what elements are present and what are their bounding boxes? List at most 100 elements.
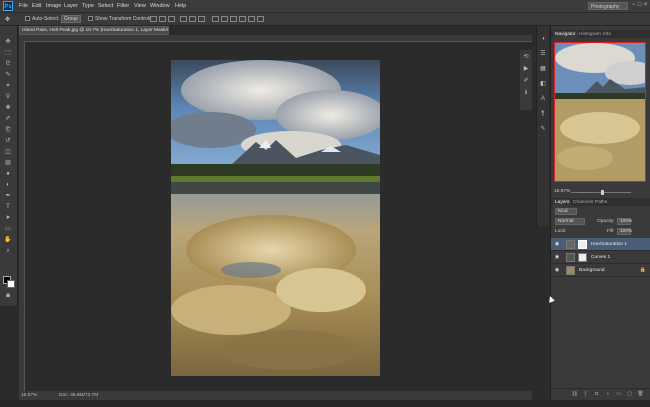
layer-row-background[interactable]: ◉ Background 🔒: [551, 264, 650, 277]
pen-tool-icon[interactable]: ✒: [3, 192, 13, 200]
visibility-eye-icon[interactable]: ◉: [554, 241, 560, 247]
styles-panel-icon[interactable]: ◧: [539, 81, 547, 88]
distribute-top-icon[interactable]: [212, 16, 219, 22]
layer-mask-thumbnail[interactable]: [578, 253, 587, 262]
menu-help[interactable]: Help: [175, 3, 186, 9]
delete-layer-icon[interactable]: 🗑: [637, 391, 644, 397]
background-color-swatch[interactable]: [7, 280, 15, 288]
align-left-icon[interactable]: [180, 16, 187, 22]
doc-info[interactable]: Doc: 46.8M/73.7M: [59, 391, 98, 400]
zoom-slider-handle[interactable]: [601, 190, 604, 195]
show-transform-checkbox[interactable]: [88, 16, 93, 21]
distribute-left-icon[interactable]: [239, 16, 246, 22]
menu-view[interactable]: View: [134, 3, 146, 9]
move-tool-icon[interactable]: ✥: [3, 38, 13, 46]
quick-select-tool-icon[interactable]: ✎: [3, 71, 13, 79]
link-layers-icon[interactable]: ⛓: [571, 391, 578, 397]
eraser-tool-icon[interactable]: ◫: [3, 148, 13, 156]
tab-channels[interactable]: Channels: [571, 199, 595, 206]
auto-select-checkbox[interactable]: [25, 16, 30, 21]
marquee-tool-icon[interactable]: ⬚: [3, 49, 13, 57]
gradient-tool-icon[interactable]: ▤: [3, 159, 13, 167]
align-right-icon[interactable]: [198, 16, 205, 22]
character-panel-icon[interactable]: A: [539, 96, 547, 103]
distribute-middle-icon[interactable]: [221, 16, 228, 22]
tab-info[interactable]: Info: [601, 31, 613, 38]
blur-tool-icon[interactable]: ●: [3, 170, 13, 178]
menu-filter[interactable]: Filter: [117, 3, 129, 9]
auto-select-dropdown[interactable]: Group: [61, 15, 81, 23]
layer-style-icon[interactable]: ƒ: [582, 391, 589, 397]
layer-name[interactable]: Background: [579, 268, 605, 273]
brush-tool-icon[interactable]: ✐: [3, 115, 13, 123]
history-brush-tool-icon[interactable]: ↺: [3, 137, 13, 145]
align-middle-icon[interactable]: [159, 16, 166, 22]
align-center-icon[interactable]: [189, 16, 196, 22]
tab-layers[interactable]: Layers: [553, 199, 572, 206]
paths-panel-icon[interactable]: ✎: [539, 126, 547, 133]
opacity-field[interactable]: 100%: [617, 218, 632, 225]
distribute-bottom-icon[interactable]: [230, 16, 237, 22]
properties-panel-icon[interactable]: ☰: [539, 51, 547, 58]
menu-type[interactable]: Type: [82, 3, 94, 9]
tab-navigator[interactable]: Navigator: [553, 31, 578, 38]
quick-mask-icon[interactable]: ◙: [3, 292, 13, 300]
document-tab[interactable]: Island Pass, Holt Peak.jpg @ 16.7% (Hue/…: [19, 26, 169, 35]
distribute-center-icon[interactable]: [248, 16, 255, 22]
clone-tool-icon[interactable]: ⎗: [3, 126, 13, 134]
adjustments-panel-icon[interactable]: ◑: [539, 36, 547, 43]
distribute-right-icon[interactable]: [257, 16, 264, 22]
menu-select[interactable]: Select: [98, 3, 113, 9]
eyedropper-tool-icon[interactable]: ⚲: [3, 93, 13, 101]
tab-histogram[interactable]: Histogram: [577, 31, 603, 38]
zoom-tool-icon[interactable]: ⌕: [3, 247, 13, 255]
menu-edit[interactable]: Edit: [32, 3, 41, 9]
tab-paths[interactable]: Paths: [593, 199, 609, 206]
menu-window[interactable]: Window: [150, 3, 170, 9]
dodge-tool-icon[interactable]: ◐: [3, 181, 13, 189]
align-top-icon[interactable]: [150, 16, 157, 22]
swatches-panel-icon[interactable]: ▦: [539, 66, 547, 73]
zoom-level[interactable]: 16.67%: [21, 391, 37, 400]
navigator-preview[interactable]: [554, 42, 646, 182]
menu-file[interactable]: File: [19, 3, 28, 9]
shape-tool-icon[interactable]: ▭: [3, 225, 13, 233]
actions-panel-icon[interactable]: ▶: [522, 66, 530, 73]
minimize-button[interactable]: −: [631, 2, 636, 9]
crop-tool-icon[interactable]: ⌗: [3, 82, 13, 90]
brush-panel-icon[interactable]: ✐: [522, 78, 530, 85]
move-tool-icon[interactable]: ✥: [5, 16, 12, 23]
healing-tool-icon[interactable]: ✚: [3, 104, 13, 112]
visibility-eye-icon[interactable]: ◉: [554, 267, 560, 273]
menu-layer[interactable]: Layer: [64, 3, 78, 9]
layer-row-curves[interactable]: ◉ Curves 1: [551, 251, 650, 264]
new-layer-icon[interactable]: ▢: [626, 391, 633, 397]
type-tool-icon[interactable]: T: [3, 203, 13, 211]
layer-filter-dropdown[interactable]: Kind: [555, 208, 577, 215]
ruler-horizontal[interactable]: [19, 35, 532, 42]
new-group-icon[interactable]: ▭: [615, 391, 622, 397]
close-button[interactable]: ×: [643, 2, 648, 9]
history-panel-icon[interactable]: ⟲: [522, 54, 530, 61]
add-mask-icon[interactable]: ◘: [593, 391, 600, 397]
new-adjustment-icon[interactable]: ◑: [604, 391, 611, 397]
blend-mode-dropdown[interactable]: Normal: [555, 218, 585, 225]
fill-field[interactable]: 100%: [617, 228, 632, 235]
ruler-vertical[interactable]: [19, 41, 25, 391]
navigator-zoom[interactable]: 16.67%: [554, 189, 570, 194]
visibility-eye-icon[interactable]: ◉: [554, 254, 560, 260]
info-panel-icon[interactable]: ℹ: [522, 90, 530, 97]
hand-tool-icon[interactable]: ✋: [3, 236, 13, 244]
menu-image[interactable]: Image: [46, 3, 61, 9]
paragraph-panel-icon[interactable]: ¶: [539, 111, 547, 118]
layer-mask-thumbnail[interactable]: [578, 240, 587, 249]
layer-row-hue-saturation[interactable]: ◉ Hue/Saturation 1: [551, 238, 650, 251]
path-select-tool-icon[interactable]: ➤: [3, 214, 13, 222]
layer-name[interactable]: Hue/Saturation 1: [591, 242, 627, 247]
maximize-button[interactable]: □: [637, 2, 642, 9]
lasso-tool-icon[interactable]: ᘓ: [3, 60, 13, 68]
align-bottom-icon[interactable]: [168, 16, 175, 22]
layer-name[interactable]: Curves 1: [591, 255, 610, 260]
workspace-select[interactable]: Photography: [588, 2, 628, 10]
canvas-image[interactable]: [171, 60, 380, 376]
